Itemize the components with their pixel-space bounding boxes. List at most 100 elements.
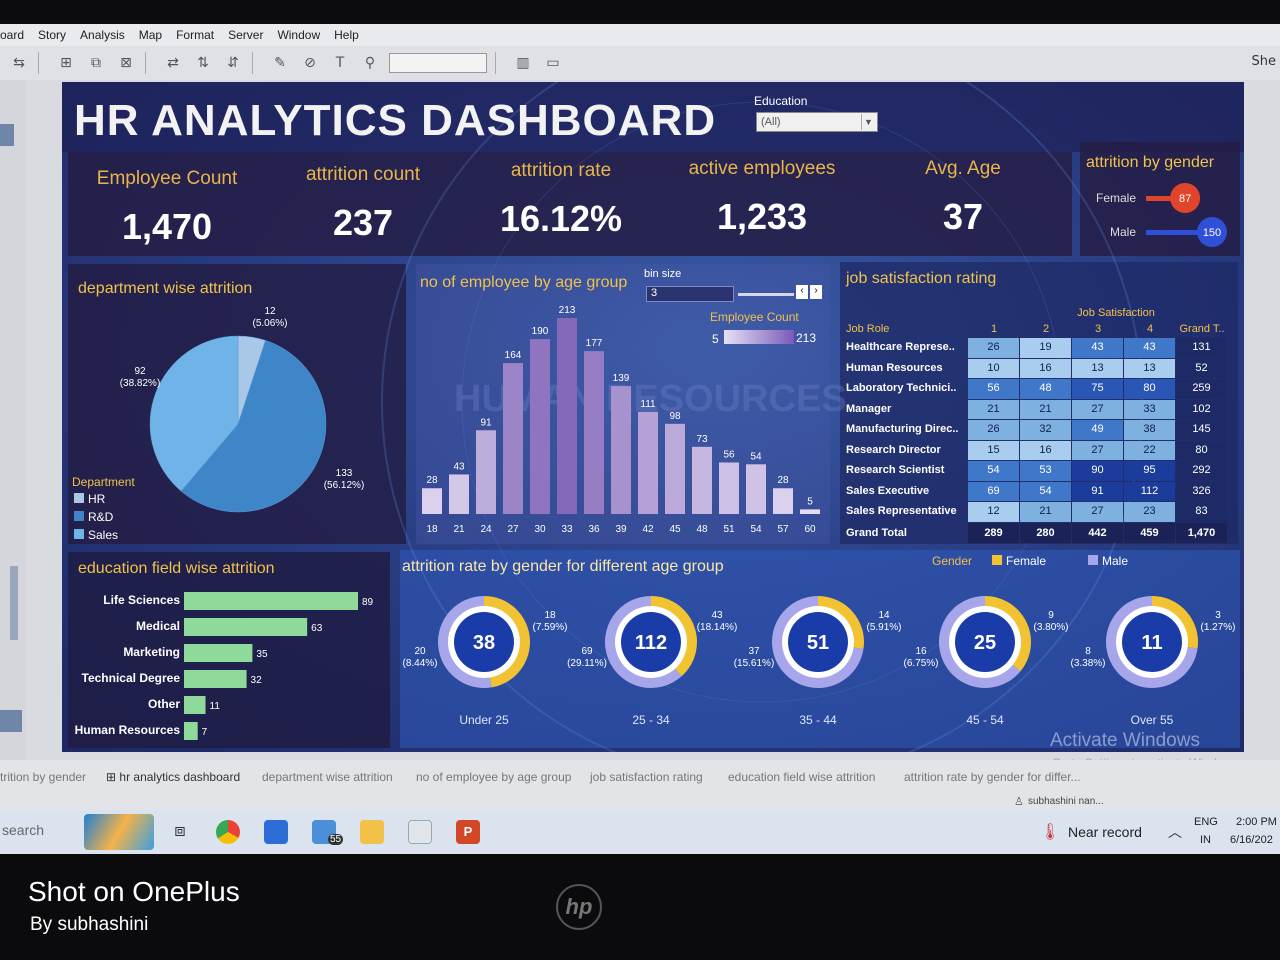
taskbar-search[interactable]: search xyxy=(2,822,44,838)
language-code[interactable]: ENG xyxy=(1194,816,1218,828)
menu-server[interactable]: Server xyxy=(228,28,263,42)
donut-male-value: 37 xyxy=(748,646,760,657)
legend-swatch xyxy=(74,529,84,539)
tab-department-wise-attrition[interactable]: department wise attrition xyxy=(262,770,393,784)
table-cell: 21 xyxy=(968,399,1019,419)
age-bar-value: 5 xyxy=(807,496,813,507)
panel-block xyxy=(0,710,22,732)
education-bar-value: 11 xyxy=(210,701,221,712)
age-bar xyxy=(584,351,604,514)
menu-map[interactable]: Map xyxy=(139,28,162,42)
education-bar-value: 63 xyxy=(311,623,323,634)
age-bar-value: 54 xyxy=(750,451,762,462)
age-bar-value: 73 xyxy=(696,434,708,445)
education-bar-label: Technical Degree xyxy=(82,671,181,685)
chrome-icon[interactable] xyxy=(216,820,240,844)
legend-item-female[interactable]: Female xyxy=(992,554,1046,568)
sort-ascending-icon[interactable]: ⇅ xyxy=(192,55,214,71)
fit-dropdown[interactable] xyxy=(389,53,487,73)
age-axis-tick: 27 xyxy=(507,524,519,535)
gender-legend-title: Gender xyxy=(932,554,973,568)
menu-format[interactable]: Format xyxy=(176,28,214,42)
donut-female-value: 3 xyxy=(1215,610,1221,621)
presentation-icon[interactable]: ▭ xyxy=(542,55,564,71)
age-bar-value: 139 xyxy=(613,373,630,384)
donut-male-pct: (6.75%) xyxy=(903,658,938,669)
language-region[interactable]: IN xyxy=(1200,834,1211,846)
tab-attrition-rate-by-gender[interactable]: attrition rate by gender for differ... xyxy=(904,770,1081,784)
age-bar xyxy=(773,488,793,514)
chevron-down-icon[interactable]: ▼ xyxy=(861,114,875,130)
table-row-label: Research Scientist xyxy=(846,464,945,476)
table-column-header: 2 xyxy=(1042,323,1050,335)
table-row-header: Job Role xyxy=(846,323,890,335)
pin-icon[interactable]: ⚲ xyxy=(359,55,381,71)
swap-icon[interactable]: ⇄ xyxy=(162,55,184,71)
age-axis-tick: 45 xyxy=(669,524,681,535)
tableau-icon[interactable] xyxy=(408,820,432,844)
highlight-icon[interactable]: ✎ xyxy=(269,55,291,71)
sort-descending-icon[interactable]: ⇵ xyxy=(222,55,244,71)
tab-job-satisfaction-rating[interactable]: job satisfaction rating xyxy=(590,770,703,784)
task-view-icon[interactable]: ⧈ xyxy=(168,820,192,844)
legend-item-sales[interactable]: Sales xyxy=(74,528,118,542)
table-cell: 15 xyxy=(968,440,1019,460)
show-cards-icon[interactable]: ▥ xyxy=(512,55,534,71)
table-cell: 13 xyxy=(1072,358,1123,378)
table-cell: 32 xyxy=(1020,420,1071,440)
age-bar-value: 28 xyxy=(426,475,438,486)
table-cell: 90 xyxy=(1072,461,1123,481)
legend-item-hr[interactable]: HR xyxy=(74,492,118,506)
tab-education-field-wise-attrition[interactable]: education field wise attrition xyxy=(728,770,875,784)
education-bar xyxy=(184,618,308,636)
status-bar: ♙ subhashini nan... xyxy=(0,792,1280,812)
legend-label: Sales xyxy=(88,528,119,542)
show-me-button[interactable]: She xyxy=(1252,54,1277,69)
label-icon[interactable]: T xyxy=(329,55,351,71)
table-total-label: Grand Total xyxy=(846,526,907,539)
new-sheet-icon[interactable]: ⊞ xyxy=(55,55,77,71)
age-axis-tick: 21 xyxy=(453,524,465,535)
clear-sheet-icon[interactable]: ⊠ xyxy=(115,55,137,71)
tab-hr-analytics-dashboard[interactable]: ⊞ hr analytics dashboard xyxy=(106,770,240,784)
donut-female-pct: (3.80%) xyxy=(1033,622,1068,633)
legend-label: Female xyxy=(1006,554,1047,568)
clock-date[interactable]: 6/16/202 xyxy=(1230,834,1273,846)
tab-attrition-by-gender[interactable]: trition by gender xyxy=(0,770,86,784)
menu-story[interactable]: Story xyxy=(38,28,66,42)
clock-time[interactable]: 2:00 PM xyxy=(1236,816,1277,828)
user-name[interactable]: subhashini nan... xyxy=(1028,796,1104,807)
group-icon[interactable]: ⊘ xyxy=(299,55,321,71)
table-cell: 53 xyxy=(1020,461,1071,481)
redo-icon[interactable]: ⇆ xyxy=(8,55,30,71)
file-explorer-icon[interactable] xyxy=(360,820,384,844)
legend-item-rnd[interactable]: R&D xyxy=(74,510,118,524)
kpi-attrition-rate-label: attrition rate xyxy=(510,160,612,181)
legend-item-male[interactable]: Male xyxy=(1088,554,1128,568)
age-axis-tick: 33 xyxy=(561,524,573,535)
menu-window[interactable]: Window xyxy=(277,28,320,42)
pie-percent-label: (56.12%) xyxy=(324,480,365,491)
education-panel-title: education field wise attrition xyxy=(78,560,275,577)
table-row-label: Research Director xyxy=(846,443,941,456)
age-bar xyxy=(638,411,658,514)
legend-swatch xyxy=(1088,555,1098,565)
panel-scrollbar[interactable] xyxy=(10,566,18,640)
education-bar-value: 89 xyxy=(362,597,374,608)
store-icon[interactable] xyxy=(264,820,288,844)
menu-dashboard[interactable]: oard xyxy=(0,28,24,42)
chevron-up-icon[interactable]: ︿ xyxy=(1168,822,1182,842)
weather-text[interactable]: Near record xyxy=(1068,824,1142,840)
tab-employee-by-age-group[interactable]: no of employee by age group xyxy=(416,770,571,784)
age-bar xyxy=(719,462,739,514)
pie-value-label: 92 xyxy=(134,366,146,377)
job-panel-title: job satisfaction rating xyxy=(846,270,997,287)
education-filter-select[interactable]: (All) ▼ xyxy=(756,112,878,132)
menu-help[interactable]: Help xyxy=(334,28,359,42)
department-pie-chart: 12(5.06%) 92(38.82%) 133(56.12%) xyxy=(120,306,365,513)
education-bar xyxy=(184,592,358,610)
menu-analysis[interactable]: Analysis xyxy=(80,28,125,42)
powerpoint-icon[interactable]: P xyxy=(456,820,480,844)
duplicate-icon[interactable]: ⧉ xyxy=(85,55,107,71)
table-total-cell: 280 xyxy=(1020,522,1071,543)
